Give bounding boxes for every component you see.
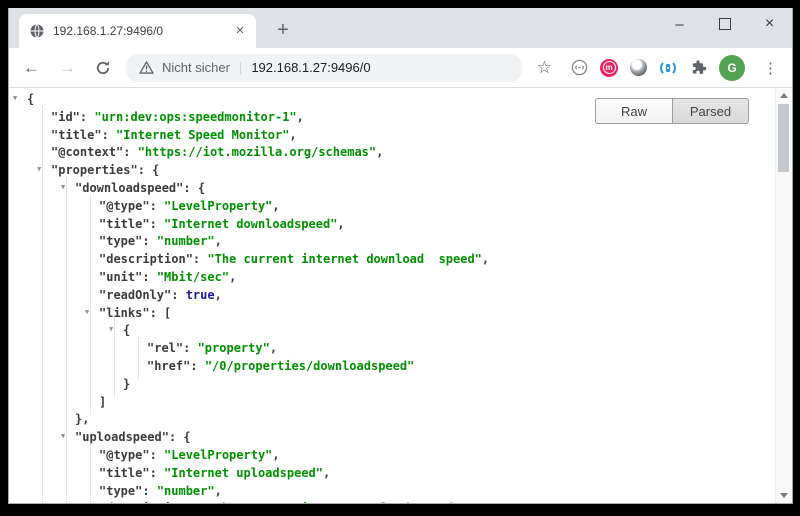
extension-m-icon[interactable]: m — [600, 59, 618, 77]
not-secure-warning-icon[interactable] — [139, 61, 154, 74]
page-content: ▼{"id": "urn:dev:ops:speedmonitor-1","ti… — [9, 88, 792, 503]
collapse-toggle-icon[interactable]: ▼ — [109, 326, 113, 333]
address-bar[interactable]: Nicht sicher | 192.168.1.27:9496/0 — [125, 54, 523, 82]
security-label[interactable]: Nicht sicher — [162, 60, 230, 75]
globe-favicon-icon — [29, 23, 45, 39]
json-line: "description": "The current internet dow… — [9, 251, 775, 269]
bookmark-star-icon[interactable]: ☆ — [537, 58, 552, 78]
json-line: "title": "Internet Speed Monitor", — [9, 127, 775, 145]
extension-m-letter: m — [603, 61, 616, 74]
json-line: ▼"downloadspeed": { — [9, 180, 775, 198]
json-line: "unit": "Mbit/sec", — [9, 269, 775, 287]
minimize-button[interactable]: – — [657, 8, 702, 40]
extensions-puzzle-icon[interactable] — [689, 59, 707, 77]
json-tree: ▼{"id": "urn:dev:ops:speedmonitor-1","ti… — [9, 88, 775, 503]
extension-sphere-icon[interactable] — [630, 59, 647, 76]
browser-toolbar: ← → Nicht sicher | 192.168.1.27:9496/0 ☆ — [9, 48, 792, 88]
scroll-up-arrow[interactable] — [776, 88, 792, 103]
parsed-button[interactable]: Parsed — [672, 98, 749, 124]
collapse-toggle-icon[interactable]: ▼ — [61, 433, 65, 440]
reload-button[interactable] — [95, 60, 111, 76]
json-line: "description": "The current internet upl… — [9, 500, 775, 503]
collapse-toggle-icon[interactable]: ▼ — [61, 184, 65, 191]
json-line: "title": "Internet uploadspeed", — [9, 465, 775, 483]
chrome-menu-icon[interactable]: ⋮ — [759, 59, 782, 77]
collapse-toggle-icon[interactable]: ▼ — [13, 95, 17, 102]
back-button[interactable]: ← — [23, 59, 40, 76]
url-text[interactable]: 192.168.1.27:9496/0 — [251, 60, 370, 75]
reload-icon — [95, 60, 111, 76]
scroll-down-arrow[interactable] — [776, 488, 792, 503]
maximize-icon — [719, 18, 731, 30]
address-divider: | — [239, 60, 242, 75]
toolbar-icons: ☆ m — [537, 55, 782, 81]
scroll-up-icon — [780, 93, 788, 98]
browser-window: 192.168.1.27:9496/0 × + – × ← → — [8, 8, 793, 504]
window-controls: – × — [657, 8, 792, 40]
browser-tab[interactable]: 192.168.1.27:9496/0 × — [19, 14, 256, 48]
json-line: "title": "Internet downloadspeed", — [9, 216, 775, 234]
json-line: "@type": "LevelProperty", — [9, 198, 775, 216]
view-mode-switch: Raw Parsed — [595, 98, 749, 124]
json-line: ▼"uploadspeed": { — [9, 429, 775, 447]
json-line: ▼"properties": { — [9, 162, 775, 180]
json-line: "@type": "LevelProperty", — [9, 447, 775, 465]
json-line: "type": "number", — [9, 483, 775, 501]
forward-button[interactable]: → — [59, 59, 76, 76]
json-line: "@context": "https://iot.mozilla.org/sch… — [9, 144, 775, 162]
scrollbar-thumb[interactable] — [778, 104, 789, 172]
collapse-toggle-icon[interactable]: ▼ — [37, 166, 41, 173]
json-line: "href": "/0/properties/downloadspeed" — [9, 358, 775, 376]
window-close-button[interactable]: × — [747, 8, 792, 40]
extension-blue-braces-icon[interactable] — [659, 59, 677, 77]
extension-circle-icon[interactable] — [570, 59, 588, 77]
json-line: "readOnly": true, — [9, 287, 775, 305]
json-line: ] — [9, 394, 775, 412]
tab-title: 192.168.1.27:9496/0 — [53, 24, 232, 38]
scroll-down-icon — [780, 493, 788, 498]
vertical-scrollbar[interactable] — [775, 88, 792, 503]
json-line: ▼{ — [9, 322, 775, 340]
json-line: }, — [9, 411, 775, 429]
json-line: } — [9, 376, 775, 394]
collapse-toggle-icon[interactable]: ▼ — [85, 309, 89, 316]
tab-close-icon[interactable]: × — [232, 23, 248, 39]
json-line: ▼"links": [ — [9, 305, 775, 323]
new-tab-button[interactable]: + — [269, 16, 297, 44]
json-line: "type": "number", — [9, 233, 775, 251]
json-line: "rel": "property", — [9, 340, 775, 358]
raw-button[interactable]: Raw — [595, 98, 672, 124]
profile-avatar[interactable]: G — [719, 55, 745, 81]
tab-strip: 192.168.1.27:9496/0 × + – × — [9, 8, 792, 48]
maximize-button[interactable] — [702, 8, 747, 40]
